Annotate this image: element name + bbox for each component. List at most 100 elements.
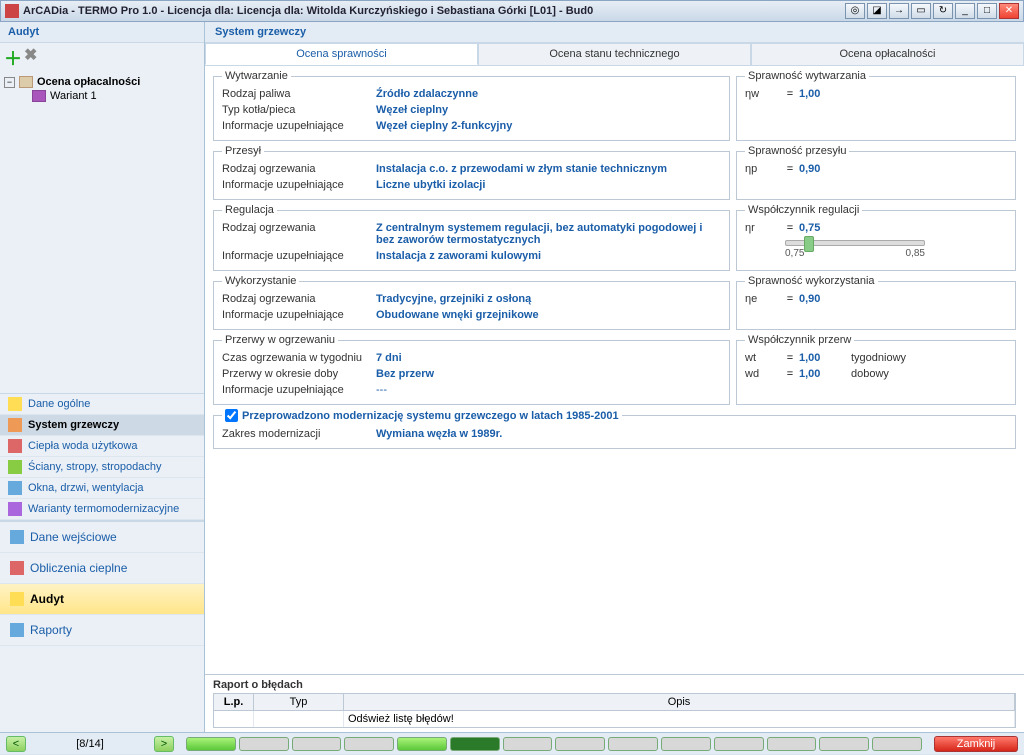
nav-icon bbox=[8, 481, 22, 495]
calc-icon bbox=[10, 561, 24, 575]
app-icon bbox=[5, 4, 19, 18]
tab-oplacalnosci[interactable]: Ocena opłacalności bbox=[751, 43, 1024, 65]
legend: Współczynnik regulacji bbox=[745, 204, 862, 216]
wctl-1[interactable]: ◎ bbox=[845, 3, 865, 19]
tabs: Ocena sprawności Ocena stanu techniczneg… bbox=[205, 43, 1024, 66]
eta-e-value[interactable]: 0,90 bbox=[799, 293, 847, 305]
left-panel: Audyt ＋ ✖ − Ocena opłacalności Wariant 1… bbox=[0, 22, 205, 732]
folder-icon bbox=[19, 76, 33, 88]
info-wyk-value[interactable]: Obudowane wnęki grzejnikowe bbox=[376, 309, 721, 321]
group-przerwy: Przerwy w ogrzewaniu Czas ogrzewania w t… bbox=[213, 334, 730, 405]
modern-checkbox[interactable] bbox=[225, 409, 238, 422]
reg-slider[interactable] bbox=[785, 240, 925, 246]
tab-sprawnosci[interactable]: Ocena sprawności bbox=[205, 43, 478, 65]
info-przerwy-value[interactable]: --- bbox=[376, 384, 721, 396]
rodzaj-ogrz-przesyl-value[interactable]: Instalacja c.o. z przewodami w złym stan… bbox=[376, 163, 721, 175]
nav-icon bbox=[8, 397, 22, 411]
tree-collapse-icon[interactable]: − bbox=[4, 77, 15, 88]
slider-thumb[interactable] bbox=[804, 236, 814, 252]
group-wykorzystanie: Wykorzystanie Rodzaj ogrzewaniaTradycyjn… bbox=[213, 275, 730, 330]
bignav-raporty[interactable]: Raporty bbox=[0, 615, 204, 646]
nav-ciepla-woda[interactable]: Ciepła woda użytkowa bbox=[0, 436, 204, 457]
tree-delete-icon[interactable]: ✖ bbox=[24, 45, 37, 71]
wctl-4[interactable]: ▭ bbox=[911, 3, 931, 19]
nav-icon bbox=[8, 460, 22, 474]
left-header: Audyt bbox=[0, 22, 204, 43]
close-button[interactable]: ✕ bbox=[999, 3, 1019, 19]
tree-root[interactable]: Ocena opłacalności bbox=[37, 76, 140, 88]
wt-value[interactable]: 1,00 bbox=[799, 352, 847, 364]
doc-icon bbox=[10, 592, 24, 606]
right-header: System grzewczy bbox=[205, 22, 1024, 43]
nav-warianty[interactable]: Warianty termomodernizacyjne bbox=[0, 499, 204, 520]
legend: Sprawność przesyłu bbox=[745, 145, 849, 157]
group-sprawnosc-wytw: Sprawność wytwarzania ηw=1,00 bbox=[736, 70, 1016, 141]
info-przesyl-value[interactable]: Liczne ubytki izolacji bbox=[376, 179, 721, 191]
wctl-3[interactable]: → bbox=[889, 3, 909, 19]
tree-add-icon[interactable]: ＋ bbox=[4, 45, 22, 71]
page-indicator: [8/14] bbox=[30, 738, 150, 750]
next-page-button[interactable]: > bbox=[154, 736, 174, 752]
nav-sciany[interactable]: Ściany, stropy, stropodachy bbox=[0, 457, 204, 478]
minimize-button[interactable]: _ bbox=[955, 3, 975, 19]
legend: Wytwarzanie bbox=[222, 70, 291, 82]
eta-p-value[interactable]: 0,90 bbox=[799, 163, 847, 175]
bignav-audyt[interactable]: Audyt bbox=[0, 584, 204, 615]
window-title: ArCADia - TERMO Pro 1.0 - Licencja dla: … bbox=[23, 5, 845, 17]
rodzaj-paliwa-value[interactable]: Źródło zdalaczynne bbox=[376, 88, 721, 100]
nav-system-grzewczy[interactable]: System grzewczy bbox=[0, 415, 204, 436]
wd-value[interactable]: 1,00 bbox=[799, 368, 847, 380]
modern-check-label[interactable]: Przeprowadzono modernizację systemu grze… bbox=[242, 410, 619, 422]
legend: Współczynnik przerw bbox=[745, 334, 854, 346]
group-wytwarzanie: Wytwarzanie Rodzaj paliwaŹródło zdalaczy… bbox=[213, 70, 730, 141]
nav-icon bbox=[8, 502, 22, 516]
report-icon bbox=[10, 623, 24, 637]
zamknij-button[interactable]: Zamknij bbox=[934, 736, 1018, 752]
progress-segments bbox=[186, 737, 922, 751]
nav-list: Dane ogólne System grzewczy Ciepła woda … bbox=[0, 393, 204, 520]
tree-child[interactable]: Wariant 1 bbox=[50, 90, 97, 102]
report-legend: Raport o błędach bbox=[213, 679, 1016, 691]
tab-stan-techniczny[interactable]: Ocena stanu technicznego bbox=[478, 43, 751, 65]
typ-kotla-value[interactable]: Węzeł cieplny bbox=[376, 104, 721, 116]
wctl-5[interactable]: ↻ bbox=[933, 3, 953, 19]
eta-r-value[interactable]: 0,75 bbox=[799, 222, 847, 234]
czas-ogrz-value[interactable]: 7 dni bbox=[376, 352, 721, 364]
legend: Przesył bbox=[222, 145, 264, 157]
variant-icon bbox=[32, 90, 46, 102]
report-header: L.p. Typ Opis bbox=[214, 694, 1015, 711]
bottom-bar: < [8/14] > Zamknij bbox=[0, 732, 1024, 754]
group-modernizacja: Przeprowadzono modernizację systemu grze… bbox=[213, 409, 1016, 449]
tree-view: − Ocena opłacalności Wariant 1 bbox=[0, 73, 204, 393]
nav-icon bbox=[8, 418, 22, 432]
pencil-icon bbox=[10, 530, 24, 544]
report-row[interactable]: Odśwież listę błędów! bbox=[214, 711, 1015, 727]
nav-dane-ogolne[interactable]: Dane ogólne bbox=[0, 394, 204, 415]
legend: Sprawność wytwarzania bbox=[745, 70, 869, 82]
bignav-obliczenia[interactable]: Obliczenia cieplne bbox=[0, 553, 204, 584]
info-reg-value[interactable]: Instalacja z zaworami kulowymi bbox=[376, 250, 721, 262]
nav-icon bbox=[8, 439, 22, 453]
content-area: Wytwarzanie Rodzaj paliwaŹródło zdalaczy… bbox=[205, 66, 1024, 674]
info-wytw-value[interactable]: Węzeł cieplny 2-funkcyjny bbox=[376, 120, 721, 132]
title-bar: ArCADia - TERMO Pro 1.0 - Licencja dla: … bbox=[0, 0, 1024, 22]
wctl-2[interactable]: ◪ bbox=[867, 3, 887, 19]
legend: Regulacja bbox=[222, 204, 277, 216]
nav-okna[interactable]: Okna, drzwi, wentylacja bbox=[0, 478, 204, 499]
rodzaj-ogrz-reg-value[interactable]: Z centralnym systemem regulacji, bez aut… bbox=[376, 222, 721, 246]
prev-page-button[interactable]: < bbox=[6, 736, 26, 752]
group-wspolczynnik-przerw: Współczynnik przerw wt=1,00tygodniowy wd… bbox=[736, 334, 1016, 405]
rodzaj-ogrz-wyk-value[interactable]: Tradycyjne, grzejniki z osłoną bbox=[376, 293, 721, 305]
bignav-dane-wejsciowe[interactable]: Dane wejściowe bbox=[0, 522, 204, 553]
maximize-button[interactable]: □ bbox=[977, 3, 997, 19]
legend: Wykorzystanie bbox=[222, 275, 299, 287]
eta-w-value[interactable]: 1,00 bbox=[799, 88, 847, 100]
zakres-modern-value[interactable]: Wymiana węzła w 1989r. bbox=[376, 428, 1007, 440]
przerwy-doby-value[interactable]: Bez przerw bbox=[376, 368, 721, 380]
big-nav: Dane wejściowe Obliczenia cieplne Audyt … bbox=[0, 520, 204, 646]
group-sprawnosc-przesylu: Sprawność przesyłu ηp=0,90 bbox=[736, 145, 1016, 200]
group-regulacja: Regulacja Rodzaj ogrzewaniaZ centralnym … bbox=[213, 204, 730, 271]
legend: Przerwy w ogrzewaniu bbox=[222, 334, 338, 346]
group-wspolczynnik-regulacji: Współczynnik regulacji ηr=0,75 0,750,85 bbox=[736, 204, 1016, 271]
window-controls: ◎ ◪ → ▭ ↻ _ □ ✕ bbox=[845, 3, 1019, 19]
